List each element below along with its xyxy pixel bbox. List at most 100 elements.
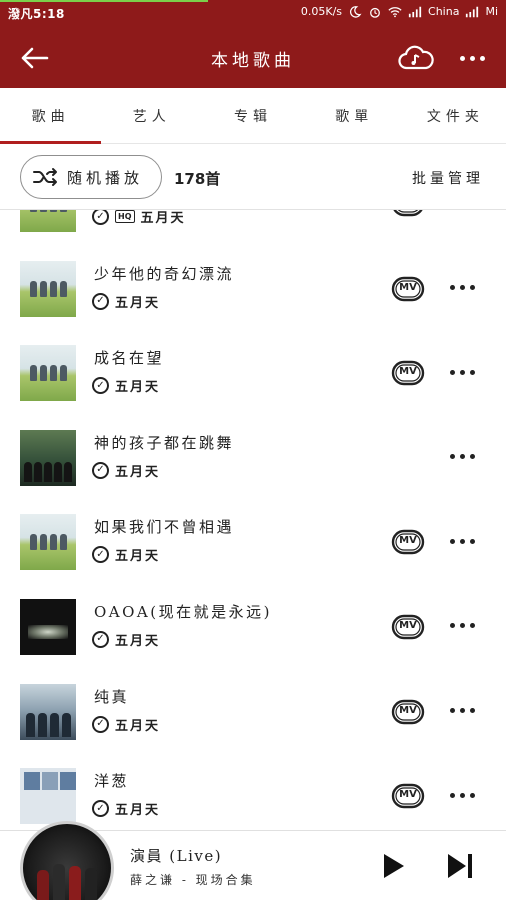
mv-label: MV bbox=[399, 366, 417, 378]
now-playing-album-art[interactable] bbox=[20, 821, 114, 900]
signal-icon bbox=[408, 6, 422, 17]
more-dots-icon bbox=[449, 538, 475, 544]
song-title: 洋葱 bbox=[94, 772, 130, 791]
mv-icon[interactable]: MV bbox=[391, 210, 425, 218]
action-bar: 随机播放 178首 批量管理 bbox=[0, 144, 506, 210]
song-title: 神的孩子都在跳舞 bbox=[94, 433, 235, 452]
now-playing-bar[interactable]: 演員 (Live) 薛之谦 - 现场合集 bbox=[0, 821, 506, 900]
downloaded-check-icon: ✓ bbox=[92, 210, 109, 225]
mv-icon[interactable]: MV bbox=[391, 359, 425, 387]
song-more-button[interactable] bbox=[440, 696, 484, 726]
song-meta: ✓ 五月天 bbox=[92, 376, 160, 395]
song-row[interactable]: 少年他的奇幻漂流 ✓ 五月天 MV bbox=[0, 247, 506, 332]
song-more-button[interactable] bbox=[440, 357, 484, 387]
song-more-button[interactable] bbox=[440, 442, 484, 472]
mv-label: MV bbox=[399, 704, 417, 716]
mv-icon[interactable]: MV bbox=[391, 782, 425, 810]
song-artist: 五月天 bbox=[115, 633, 161, 649]
moon-icon bbox=[350, 5, 362, 18]
more-dots-icon bbox=[449, 792, 475, 798]
now-playing-artist: 薛之谦 - 现场合集 bbox=[130, 873, 256, 887]
album-cover bbox=[20, 210, 76, 232]
song-title: 如果我们不曾相遇 bbox=[94, 518, 235, 537]
mv-icon[interactable]: MV bbox=[391, 698, 425, 726]
song-row[interactable]: 纯真 ✓ 五月天 MV bbox=[0, 670, 506, 755]
tab-albums[interactable]: 专辑 bbox=[202, 88, 303, 143]
song-meta: ✓ 五月天 bbox=[92, 715, 160, 734]
album-cover bbox=[20, 768, 76, 825]
cloud-music-button[interactable] bbox=[396, 40, 436, 76]
song-meta: ✓ 五月天 bbox=[92, 799, 160, 818]
song-artist: 五月天 bbox=[140, 211, 186, 226]
tab-bar: 歌曲 艺人 专辑 歌單 文件夹 bbox=[0, 88, 506, 144]
album-cover bbox=[20, 345, 76, 402]
album-cover bbox=[20, 598, 76, 655]
download-progress-bar bbox=[0, 0, 208, 2]
song-meta: ✓ 五月天 bbox=[92, 292, 160, 311]
song-artist: 五月天 bbox=[115, 380, 161, 396]
song-artist: 五月天 bbox=[115, 803, 161, 819]
song-row[interactable]: 成名在望 ✓ 五月天 MV bbox=[0, 331, 506, 416]
song-list-content: 妈妈(想把你写成一首歌) ✓ HQ 五月天 MV 少年他的奇幻漂流 ✓ 五月天 … bbox=[0, 210, 506, 830]
hq-badge: HQ bbox=[115, 210, 135, 223]
more-dots-icon bbox=[459, 55, 485, 61]
song-artist: 五月天 bbox=[115, 549, 161, 565]
shuffle-label: 随机播放 bbox=[67, 168, 144, 187]
song-row[interactable]: 神的孩子都在跳舞 ✓ 五月天 bbox=[0, 416, 506, 501]
downloaded-check-icon: ✓ bbox=[92, 630, 109, 648]
shuffle-play-button[interactable]: 随机播放 bbox=[20, 155, 162, 199]
next-track-icon[interactable] bbox=[444, 851, 476, 881]
song-title: OAOA(现在就是永远) bbox=[94, 602, 272, 621]
shuffle-icon bbox=[33, 168, 57, 186]
song-title: 纯真 bbox=[94, 687, 130, 706]
more-dots-icon bbox=[449, 369, 475, 375]
song-more-button[interactable] bbox=[440, 611, 484, 641]
song-more-button[interactable] bbox=[440, 780, 484, 810]
song-more-button[interactable] bbox=[440, 210, 484, 218]
more-options-button[interactable] bbox=[452, 40, 492, 76]
play-icon[interactable] bbox=[378, 851, 408, 881]
album-cover bbox=[20, 683, 76, 740]
song-more-button[interactable] bbox=[440, 526, 484, 556]
song-row[interactable]: 妈妈(想把你写成一首歌) ✓ HQ 五月天 MV bbox=[0, 210, 506, 247]
tab-artists[interactable]: 艺人 bbox=[101, 88, 202, 143]
more-dots-icon bbox=[449, 623, 475, 629]
more-dots-icon bbox=[449, 708, 475, 714]
extra-label: Mi bbox=[485, 5, 498, 18]
batch-manage-button[interactable]: 批量管理 bbox=[412, 168, 484, 188]
more-dots-icon bbox=[449, 454, 475, 460]
song-meta: ✓ 五月天 bbox=[92, 630, 160, 649]
status-indicators: 0.05K/s China Mi bbox=[301, 5, 498, 18]
song-meta: ✓ HQ 五月天 bbox=[92, 210, 186, 226]
carrier-label: China bbox=[428, 5, 460, 18]
network-speed: 0.05K/s bbox=[300, 5, 343, 18]
cloud-music-icon bbox=[398, 45, 434, 70]
downloaded-check-icon: ✓ bbox=[92, 800, 109, 818]
song-artist: 五月天 bbox=[115, 464, 161, 480]
tab-playlists[interactable]: 歌單 bbox=[304, 88, 405, 143]
album-cover bbox=[20, 514, 76, 571]
song-title: 成名在望 bbox=[94, 349, 165, 368]
song-row[interactable]: OAOA(现在就是永远) ✓ 五月天 MV bbox=[0, 585, 506, 670]
mv-label: MV bbox=[399, 789, 417, 801]
song-title: 少年他的奇幻漂流 bbox=[94, 264, 235, 283]
song-meta: ✓ 五月天 bbox=[92, 545, 160, 564]
downloaded-check-icon: ✓ bbox=[92, 377, 109, 395]
mv-label: MV bbox=[399, 535, 417, 547]
song-artist: 五月天 bbox=[115, 718, 161, 734]
album-cover bbox=[20, 429, 76, 486]
song-count: 178首 bbox=[174, 170, 221, 188]
status-bar: 潑凡5:18 0.05K/s China Mi bbox=[0, 0, 506, 26]
song-more-button[interactable] bbox=[440, 273, 484, 303]
downloaded-check-icon: ✓ bbox=[92, 715, 109, 733]
mv-icon[interactable]: MV bbox=[391, 528, 425, 556]
tab-folders[interactable]: 文件夹 bbox=[405, 88, 506, 143]
song-list[interactable]: 妈妈(想把你写成一首歌) ✓ HQ 五月天 MV 少年他的奇幻漂流 ✓ 五月天 … bbox=[0, 210, 506, 830]
song-row[interactable]: 如果我们不曾相遇 ✓ 五月天 MV bbox=[0, 500, 506, 585]
mv-icon[interactable]: MV bbox=[391, 275, 425, 303]
song-row[interactable]: 洋葱 ✓ 五月天 MV bbox=[0, 754, 506, 830]
tab-songs[interactable]: 歌曲 bbox=[0, 88, 102, 144]
mv-icon[interactable]: MV bbox=[391, 613, 425, 641]
status-time: 潑凡5:18 bbox=[8, 7, 65, 21]
app-header: 本地歌曲 bbox=[0, 26, 506, 88]
